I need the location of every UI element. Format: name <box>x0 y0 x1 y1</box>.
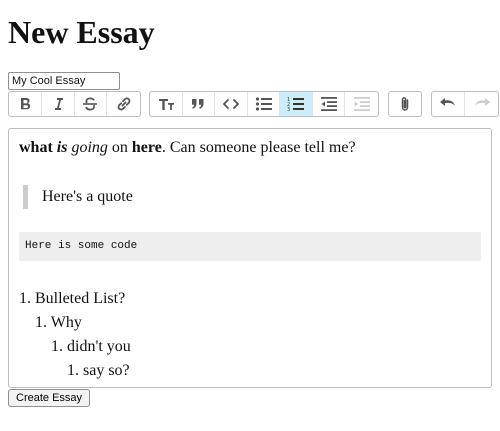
plain-text: on <box>111 139 128 156</box>
list-marker: 1. <box>51 338 63 355</box>
paragraph: what is going on here. Can someone pleas… <box>19 138 356 158</box>
decrease-indent-button[interactable] <box>313 92 346 116</box>
link-icon <box>117 97 130 111</box>
quote-button[interactable] <box>183 92 216 116</box>
blockquote: Here's a quote <box>23 185 133 209</box>
heading-button[interactable] <box>150 92 183 116</box>
list-item: 1. Why <box>35 313 82 333</box>
text-tools-group <box>8 91 141 117</box>
strikethrough-icon <box>83 97 98 111</box>
numbered-list-button[interactable]: 1 2 3 <box>280 92 313 116</box>
strikethrough-button[interactable] <box>75 92 108 116</box>
list-item-text: didn't you <box>67 338 131 355</box>
page-title: New Essay <box>8 14 155 50</box>
plain-text: . Can someone please tell me? <box>161 139 356 156</box>
create-essay-button[interactable]: Create Essay <box>8 389 91 407</box>
file-tools-group <box>388 91 422 117</box>
code-block: Here is some code <box>19 232 481 261</box>
attach-files-button[interactable] <box>389 92 421 116</box>
list-item: 1. Bulleted List? <box>19 289 125 309</box>
list-item-text: Why <box>50 314 82 331</box>
bold-italic-text: is <box>56 139 68 156</box>
svg-text:3: 3 <box>287 107 290 113</box>
list-item: 1. say so? <box>67 361 130 381</box>
rich-text-editor[interactable]: what is going on here. Can someone pleas… <box>8 128 492 388</box>
bullet-list-icon <box>255 97 272 111</box>
code-button[interactable] <box>215 92 248 116</box>
list-marker: 1. <box>35 314 47 331</box>
list-item: 1. didn't you <box>51 337 131 357</box>
code-icon <box>223 99 239 109</box>
essay-title-input[interactable] <box>8 72 120 90</box>
bold-button[interactable] <box>9 92 42 116</box>
italic-text: going <box>71 139 108 156</box>
link-button[interactable] <box>107 92 140 116</box>
increase-indent-icon <box>353 97 370 111</box>
redo-button[interactable] <box>465 92 498 116</box>
italic-icon <box>54 98 63 110</box>
redo-icon <box>474 98 490 106</box>
bold-text: what <box>19 139 53 156</box>
undo-button[interactable] <box>432 92 465 116</box>
block-tools-group: 1 2 3 <box>149 91 379 117</box>
list-marker: 1. <box>67 362 79 379</box>
undo-icon <box>440 98 455 106</box>
numbered-list-icon: 1 2 3 <box>287 97 305 113</box>
list-marker: 1. <box>19 290 31 307</box>
heading-icon <box>158 99 174 110</box>
increase-indent-button[interactable] <box>345 92 378 116</box>
bold-text: here <box>131 139 162 156</box>
bullet-list-button[interactable] <box>248 92 281 116</box>
decrease-indent-icon <box>320 97 337 111</box>
history-tools-group <box>431 91 499 117</box>
quote-icon <box>192 99 204 109</box>
italic-button[interactable] <box>42 92 75 116</box>
list-item-text: say so? <box>83 362 130 379</box>
bold-icon <box>20 98 31 110</box>
paperclip-icon <box>401 97 409 111</box>
list-item-text: Bulleted List? <box>35 290 126 307</box>
